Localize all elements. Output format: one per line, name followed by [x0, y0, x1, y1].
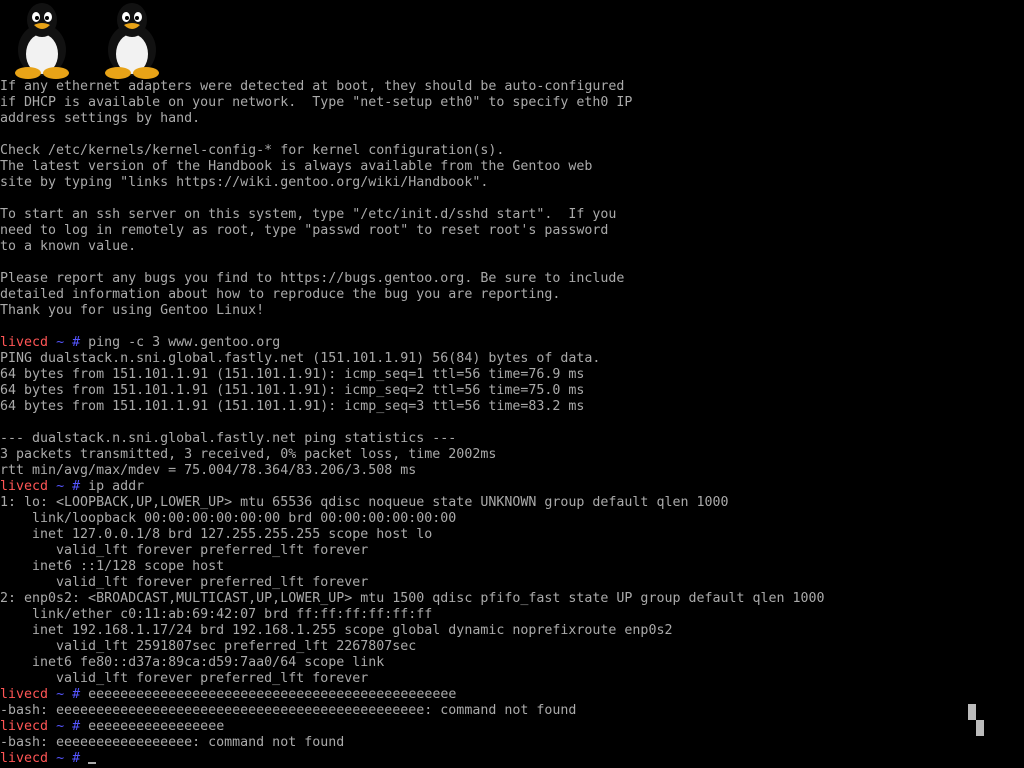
output-line: To start an ssh server on this system, t… — [0, 207, 1024, 223]
output-line: valid_lft 2591807sec preferred_lft 22678… — [0, 639, 1024, 655]
command-text: ip addr — [88, 479, 145, 494]
output-line: Check /etc/kernels/kernel-config-* for k… — [0, 143, 1024, 159]
output-text: 64 bytes from 151.101.1.91 (151.101.1.91… — [0, 367, 585, 382]
prompt-path: ~ # — [56, 335, 81, 350]
output-text: valid_lft forever preferred_lft forever — [0, 575, 369, 590]
output-line: valid_lft forever preferred_lft forever — [0, 575, 1024, 591]
output-line: PING dualstack.n.sni.global.fastly.net (… — [0, 351, 1024, 367]
output-text: valid_lft forever preferred_lft forever — [0, 543, 369, 558]
output-line: site by typing "links https://wiki.gento… — [0, 175, 1024, 191]
prompt-host: livecd — [0, 751, 49, 766]
output-text: The latest version of the Handbook is al… — [0, 159, 593, 174]
prompt-path: ~ # — [56, 479, 81, 494]
output-text: If any ethernet adapters were detected a… — [0, 79, 625, 94]
output-text: Please report any bugs you find to https… — [0, 271, 625, 286]
output-text: need to log in remotely as root, type "p… — [0, 223, 609, 238]
output-text: link/ether c0:11:ab:69:42:07 brd ff:ff:f… — [0, 607, 433, 622]
output-line: inet 192.168.1.17/24 brd 192.168.1.255 s… — [0, 623, 1024, 639]
output-line: valid_lft forever preferred_lft forever — [0, 543, 1024, 559]
prompt-line: livecd ~ # eeeeeeeeeeeeeeeeeeeeeeeeeeeee… — [0, 687, 1024, 703]
output-text: 64 bytes from 151.101.1.91 (151.101.1.91… — [0, 383, 585, 398]
prompt-host: livecd — [0, 687, 49, 702]
output-line: detailed information about how to reprod… — [0, 287, 1024, 303]
output-text: link/loopback 00:00:00:00:00:00 brd 00:0… — [0, 511, 457, 526]
output-line: address settings by hand. — [0, 111, 1024, 127]
prompt-host: livecd — [0, 479, 49, 494]
output-text: 1: lo: <LOOPBACK,UP,LOWER_UP> mtu 65536 … — [0, 495, 729, 510]
text-cursor[interactable] — [88, 762, 97, 764]
output-line: 64 bytes from 151.101.1.91 (151.101.1.91… — [0, 367, 1024, 383]
prompt-host: livecd — [0, 335, 49, 350]
tux-penguin-icon — [94, 0, 170, 80]
output-text: PING dualstack.n.sni.global.fastly.net (… — [0, 351, 601, 366]
prompt-path: ~ # — [56, 751, 81, 766]
output-text: Thank you for using Gentoo Linux! — [0, 303, 265, 318]
output-text: 2: enp0s2: <BROADCAST,MULTICAST,UP,LOWER… — [0, 591, 825, 606]
output-text: inet6 ::1/128 scope host — [0, 559, 225, 574]
prompt-line: livecd ~ # ping -c 3 www.gentoo.org — [0, 335, 1024, 351]
prompt-line: livecd ~ # eeeeeeeeeeeeeeeee — [0, 719, 1024, 735]
prompt-host: livecd — [0, 719, 49, 734]
prompt-line: livecd ~ # ip addr — [0, 479, 1024, 495]
output-line: Please report any bugs you find to https… — [0, 271, 1024, 287]
output-text: -bash: eeeeeeeeeeeeeeeee: command not fo… — [0, 735, 345, 750]
output-line: inet 127.0.0.1/8 brd 127.255.255.255 sco… — [0, 527, 1024, 543]
output-line: inet6 ::1/128 scope host — [0, 559, 1024, 575]
output-line: need to log in remotely as root, type "p… — [0, 223, 1024, 239]
output-line: 2: enp0s2: <BROADCAST,MULTICAST,UP,LOWER… — [0, 591, 1024, 607]
output-text: address settings by hand. — [0, 111, 201, 126]
output-line: if DHCP is available on your network. Ty… — [0, 95, 1024, 111]
tux-penguin-icon — [4, 0, 80, 80]
output-line: to a known value. — [0, 239, 1024, 255]
output-text: inet6 fe80::d37a:89ca:d59:7aa0/64 scope … — [0, 655, 385, 670]
output-text: site by typing "links https://wiki.gento… — [0, 175, 489, 190]
prompt-path: ~ # — [56, 719, 81, 734]
output-line: 64 bytes from 151.101.1.91 (151.101.1.91… — [0, 383, 1024, 399]
boot-logo-row — [0, 0, 180, 80]
output-line: rtt min/avg/max/mdev = 75.004/78.364/83.… — [0, 463, 1024, 479]
output-text: -bash: eeeeeeeeeeeeeeeeeeeeeeeeeeeeeeeee… — [0, 703, 577, 718]
scroll-indicator-icon — [968, 704, 984, 736]
command-text: ping -c 3 www.gentoo.org — [88, 335, 281, 350]
output-line: -bash: eeeeeeeeeeeeeeeee: command not fo… — [0, 735, 1024, 751]
output-line: --- dualstack.n.sni.global.fastly.net pi… — [0, 431, 1024, 447]
output-text: Check /etc/kernels/kernel-config-* for k… — [0, 143, 505, 158]
output-text: if DHCP is available on your network. Ty… — [0, 95, 633, 110]
output-line: If any ethernet adapters were detected a… — [0, 79, 1024, 95]
output-text: valid_lft forever preferred_lft forever — [0, 671, 369, 686]
terminal-output[interactable]: If any ethernet adapters were detected a… — [0, 79, 1024, 767]
command-text: eeeeeeeeeeeeeeeee — [88, 719, 225, 734]
output-line: inet6 fe80::d37a:89ca:d59:7aa0/64 scope … — [0, 655, 1024, 671]
output-text: inet 127.0.0.1/8 brd 127.255.255.255 sco… — [0, 527, 433, 542]
prompt-line: livecd ~ # — [0, 751, 1024, 767]
tty-console[interactable]: If any ethernet adapters were detected a… — [0, 0, 1024, 768]
prompt-path: ~ # — [56, 687, 81, 702]
output-line: link/loopback 00:00:00:00:00:00 brd 00:0… — [0, 511, 1024, 527]
output-line: link/ether c0:11:ab:69:42:07 brd ff:ff:f… — [0, 607, 1024, 623]
output-line: Thank you for using Gentoo Linux! — [0, 303, 1024, 319]
output-line: 3 packets transmitted, 3 received, 0% pa… — [0, 447, 1024, 463]
output-text: rtt min/avg/max/mdev = 75.004/78.364/83.… — [0, 463, 417, 478]
output-text: 3 packets transmitted, 3 received, 0% pa… — [0, 447, 497, 462]
output-line: valid_lft forever preferred_lft forever — [0, 671, 1024, 687]
output-line: -bash: eeeeeeeeeeeeeeeeeeeeeeeeeeeeeeeee… — [0, 703, 1024, 719]
output-line: 64 bytes from 151.101.1.91 (151.101.1.91… — [0, 399, 1024, 415]
output-text: detailed information about how to reprod… — [0, 287, 561, 302]
output-line: 1: lo: <LOOPBACK,UP,LOWER_UP> mtu 65536 … — [0, 495, 1024, 511]
output-text: --- dualstack.n.sni.global.fastly.net pi… — [0, 431, 457, 446]
output-text: inet 192.168.1.17/24 brd 192.168.1.255 s… — [0, 623, 673, 638]
output-line: The latest version of the Handbook is al… — [0, 159, 1024, 175]
output-text: 64 bytes from 151.101.1.91 (151.101.1.91… — [0, 399, 585, 414]
command-text: eeeeeeeeeeeeeeeeeeeeeeeeeeeeeeeeeeeeeeee… — [88, 687, 457, 702]
output-text: valid_lft 2591807sec preferred_lft 22678… — [0, 639, 417, 654]
output-text: to a known value. — [0, 239, 137, 254]
output-text: To start an ssh server on this system, t… — [0, 207, 617, 222]
